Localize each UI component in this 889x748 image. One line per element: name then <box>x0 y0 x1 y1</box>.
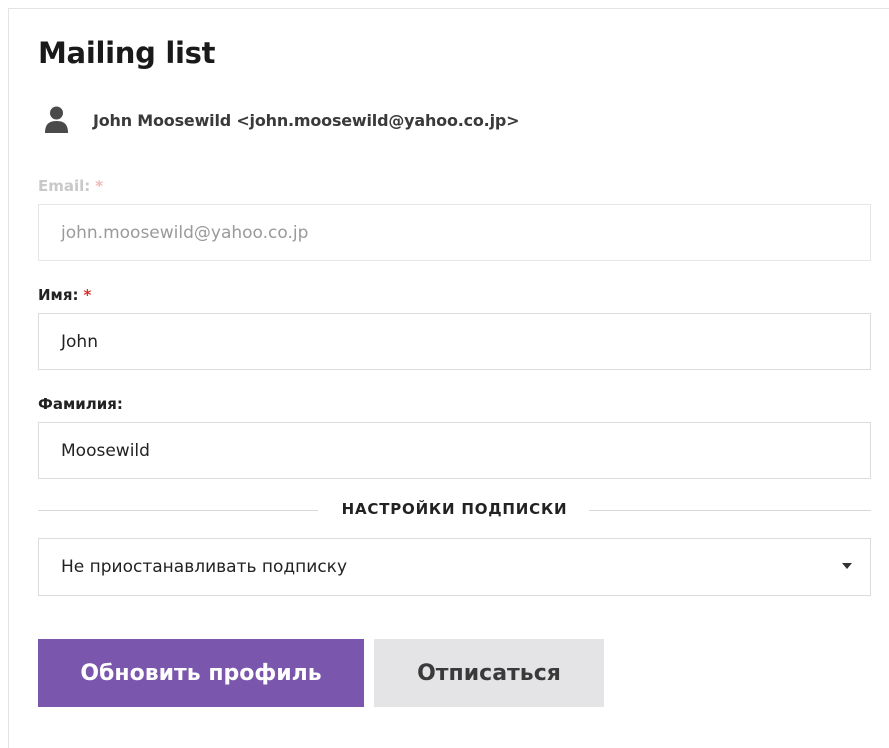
first-name-field[interactable]: John <box>38 313 871 370</box>
email-value: john.moosewild@yahoo.co.jp <box>61 222 309 243</box>
first-name-label: Имя: * <box>38 286 91 304</box>
chevron-down-icon <box>842 563 852 569</box>
first-name-label-text: Имя: <box>38 286 79 304</box>
last-name-label: Фамилия: <box>38 395 123 413</box>
email-label: Email: * <box>38 177 103 195</box>
first-name-value: John <box>61 331 98 352</box>
subscription-selected-value: Не приостанавливать подписку <box>61 557 348 577</box>
required-mark: * <box>83 286 92 304</box>
subscription-section-divider: НАСТРОЙКИ ПОДПИСКИ <box>38 500 871 520</box>
user-identity: John Moosewild <john.moosewild@yahoo.co.… <box>44 106 520 134</box>
last-name-field[interactable]: Moosewild <box>38 422 871 479</box>
last-name-value: Moosewild <box>61 440 150 461</box>
subscription-select[interactable]: Не приостанавливать подписку <box>38 538 871 596</box>
user-icon <box>44 106 69 134</box>
page-title: Mailing list <box>38 36 216 70</box>
email-label-text: Email: <box>38 177 91 195</box>
last-name-label-text: Фамилия: <box>38 395 123 413</box>
required-mark: * <box>95 177 104 195</box>
user-name-email: John Moosewild <john.moosewild@yahoo.co.… <box>93 110 520 130</box>
subscription-section-label: НАСТРОЙКИ ПОДПИСКИ <box>341 500 568 518</box>
divider-line <box>589 510 871 511</box>
update-profile-button[interactable]: Обновить профиль <box>38 639 364 707</box>
email-field: john.moosewild@yahoo.co.jp <box>38 204 871 261</box>
unsubscribe-button[interactable]: Отписаться <box>374 639 604 707</box>
